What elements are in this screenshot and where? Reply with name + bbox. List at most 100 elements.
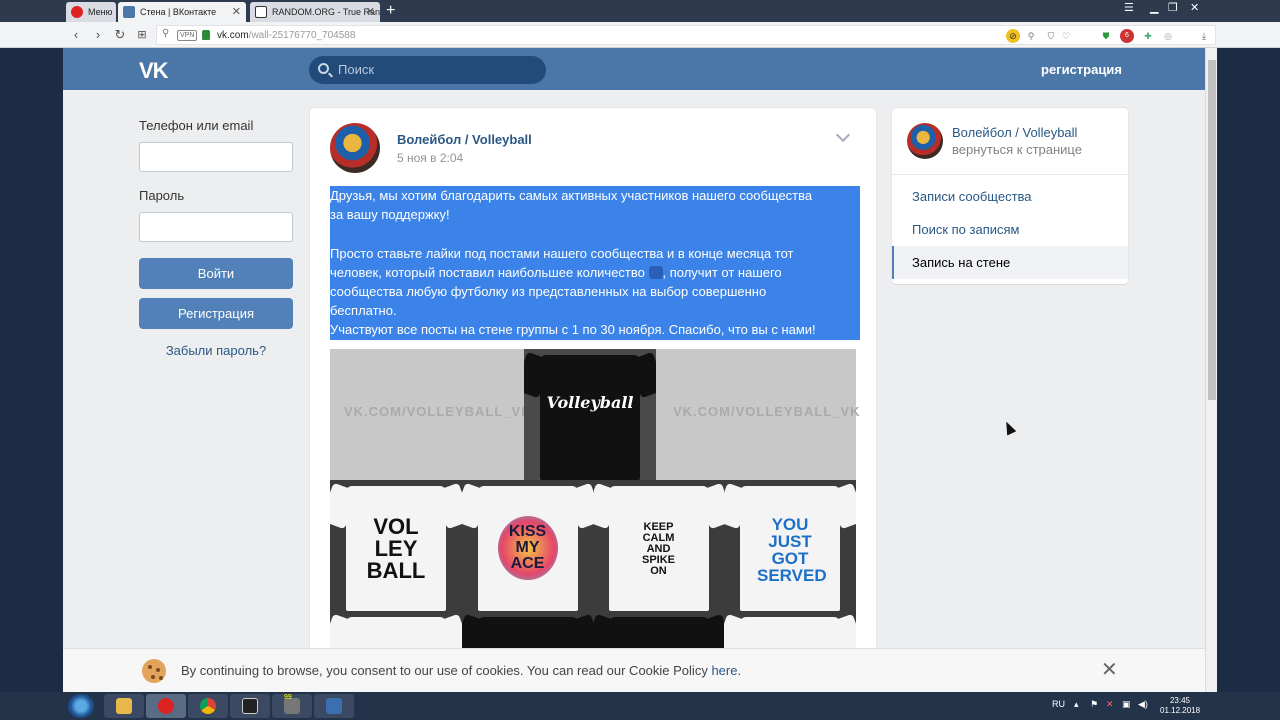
extension-puzzle-icon[interactable]: ✚ (1141, 29, 1155, 43)
tray-up-icon[interactable]: ▴ (1074, 699, 1079, 710)
post-text-line: сообщества любую футболку из представлен… (330, 284, 767, 300)
tshirt-white: KEEP CALM AND SPIKE ON (608, 486, 709, 611)
tshirt-black (477, 617, 578, 651)
network-icon[interactable]: ✕ (1106, 699, 1114, 710)
vk-header: VK Поиск регистрация (63, 48, 1205, 90)
nav-search-posts[interactable]: Поиск по записям (892, 213, 1128, 246)
tab-menu[interactable]: Меню (66, 2, 116, 22)
tshirt-tile: VOL LEY BALL (330, 480, 462, 611)
login-button[interactable]: Войти (139, 258, 293, 289)
vk-logo[interactable]: VK (139, 58, 169, 84)
search-input[interactable]: Поиск (309, 56, 546, 84)
tray-app-icon[interactable]: ▣ (1122, 699, 1131, 710)
url-text: vk.com/wall-25176770_704588 (217, 30, 356, 41)
register-link[interactable]: регистрация (1041, 62, 1122, 77)
url-field[interactable]: ⚲ VPN vk.com/wall-25176770_704588 ⊘ ⚲ ⛉ … (156, 25, 1216, 45)
post-author[interactable]: Волейбол / Volleyball (397, 132, 532, 147)
password-field[interactable] (139, 212, 293, 242)
register-button[interactable]: Регистрация (139, 298, 293, 329)
back-to-page-link[interactable]: вернуться к странице (952, 142, 1082, 157)
extension-shield-icon[interactable]: ⛊ (1099, 29, 1113, 43)
tshirt-tile: YOU JUST GOT SERVED (724, 480, 856, 611)
tshirt-tile: KEEP CALM AND SPIKE ON (593, 480, 724, 611)
chrome-icon (200, 698, 216, 714)
random-org-icon (255, 6, 267, 18)
download-icon[interactable]: ⤓ (1197, 29, 1211, 43)
shirt-print: KEEP CALM AND SPIKE ON (641, 521, 675, 577)
maximize-button[interactable]: ❐ (1168, 0, 1178, 16)
volume-icon[interactable]: ◀) (1138, 699, 1148, 710)
forgot-password-link[interactable]: Забыли пароль? (139, 343, 293, 358)
back-button[interactable]: ‹ (68, 26, 84, 44)
taskbar-opera[interactable] (146, 694, 186, 718)
post-image[interactable]: VK.COM/VOLLEYBALL_VK Volleyball VK.COM/V… (330, 349, 860, 651)
clock[interactable]: 23:45 01.12.2018 (1160, 696, 1200, 716)
page-scrollbar[interactable] (1205, 48, 1217, 692)
post-text-line: за вашу поддержку! (330, 207, 450, 223)
menu-lines-icon[interactable]: ☰ (1124, 0, 1134, 16)
wall-post: Волейбол / Volleyball 5 ноя в 2:04 Друзь… (310, 108, 876, 692)
flag-icon[interactable]: ⚑ (1090, 699, 1098, 710)
tab-vk-wall[interactable]: Стена | ВКонтакте ✕ (118, 2, 246, 22)
browser-tab-bar: Меню Стена | ВКонтакте ✕ RANDOM.ORG - Tr… (0, 0, 1280, 22)
badge: 99 (284, 694, 292, 701)
language-indicator[interactable]: RU (1052, 699, 1065, 709)
desktop-background (0, 48, 63, 692)
phone-email-field[interactable] (139, 142, 293, 172)
shield-icon[interactable]: ⛉ (1044, 29, 1058, 43)
watermark: VK.COM/VOLLEYBALL_VK (673, 404, 861, 419)
date: 01.12.2018 (1160, 706, 1201, 715)
post-text-line: Просто ставьте лайки под постами нашего … (330, 245, 794, 261)
tab-random-org[interactable]: RANDOM.ORG - True Ran ✕ (250, 2, 380, 22)
group-title[interactable]: Волейбол / Volleyball (952, 125, 1077, 140)
folder-icon (116, 698, 132, 714)
search-icon[interactable]: ⚲ (1024, 29, 1038, 43)
vk-page: VK Поиск регистрация Телефон или email П… (63, 48, 1205, 692)
close-window-button[interactable]: ✕ (1190, 0, 1199, 16)
nav-community-posts[interactable]: Записи сообщества (892, 180, 1128, 213)
grid-icon[interactable]: ⊞ (134, 26, 150, 44)
avatar[interactable] (907, 123, 943, 159)
start-button[interactable] (68, 694, 94, 718)
reload-button[interactable]: ↻ (112, 26, 128, 44)
tshirt-white (346, 617, 446, 651)
scroll-thumb[interactable] (1208, 60, 1216, 400)
nav-wall-post[interactable]: Запись на стене (892, 246, 1128, 279)
phone-label: Телефон или email (139, 118, 254, 133)
settings-icon[interactable]: ◎ (1161, 29, 1175, 43)
taskbar-explorer[interactable] (104, 694, 144, 718)
cookie-policy-link[interactable]: here (711, 663, 737, 678)
image-top-row: VK.COM/VOLLEYBALL_VK Volleyball VK.COM/V… (330, 349, 860, 480)
taskbar-video-editor[interactable] (230, 694, 270, 718)
close-icon[interactable]: ✕ (366, 2, 375, 22)
heart-icon[interactable]: ♡ (1059, 29, 1073, 43)
tshirt-black: Volleyball (540, 355, 640, 480)
chevron-down-icon[interactable] (835, 127, 851, 143)
adblock-icon[interactable]: ⊘ (1006, 29, 1020, 43)
shirt-print: KISS MY ACE (497, 516, 558, 580)
vpn-badge[interactable]: VPN (177, 30, 198, 41)
cookie-icon (142, 659, 166, 683)
close-icon[interactable]: ✕ (1101, 659, 1118, 681)
cookie-text: By continuing to browse, you consent to … (181, 663, 742, 678)
address-bar: ‹ › ↻ ⊞ ⚲ VPN vk.com/wall-25176770_70458… (0, 22, 1280, 48)
shirt-print: YOU JUST GOT SERVED (757, 515, 827, 585)
taskbar-chrome[interactable] (188, 694, 228, 718)
minimize-button[interactable]: ▁ (1150, 0, 1158, 16)
new-tab-button[interactable]: + (386, 1, 395, 21)
post-date[interactable]: 5 ноя в 2:04 (397, 151, 463, 165)
tab-label: RANDOM.ORG - True Ran (272, 7, 380, 17)
avatar[interactable] (330, 123, 380, 173)
opera-icon (71, 6, 83, 18)
divider (892, 174, 1128, 175)
vk-icon (123, 6, 135, 18)
extension-icon[interactable]: 6 (1120, 29, 1134, 43)
tab-label: Стена | ВКонтакте (140, 7, 217, 17)
taskbar-app[interactable]: 99 (272, 694, 312, 718)
taskbar-window[interactable] (314, 694, 354, 718)
forward-button[interactable]: › (90, 26, 106, 44)
post-text: Друзья, мы хотим благодарить самых актив… (330, 186, 860, 340)
close-icon[interactable]: ✕ (232, 2, 241, 22)
windows-taskbar: 99 RU ▴ ⚑ ✕ ▣ ◀) 23:45 01.12.2018 (0, 692, 1280, 720)
password-label: Пароль (139, 188, 185, 203)
